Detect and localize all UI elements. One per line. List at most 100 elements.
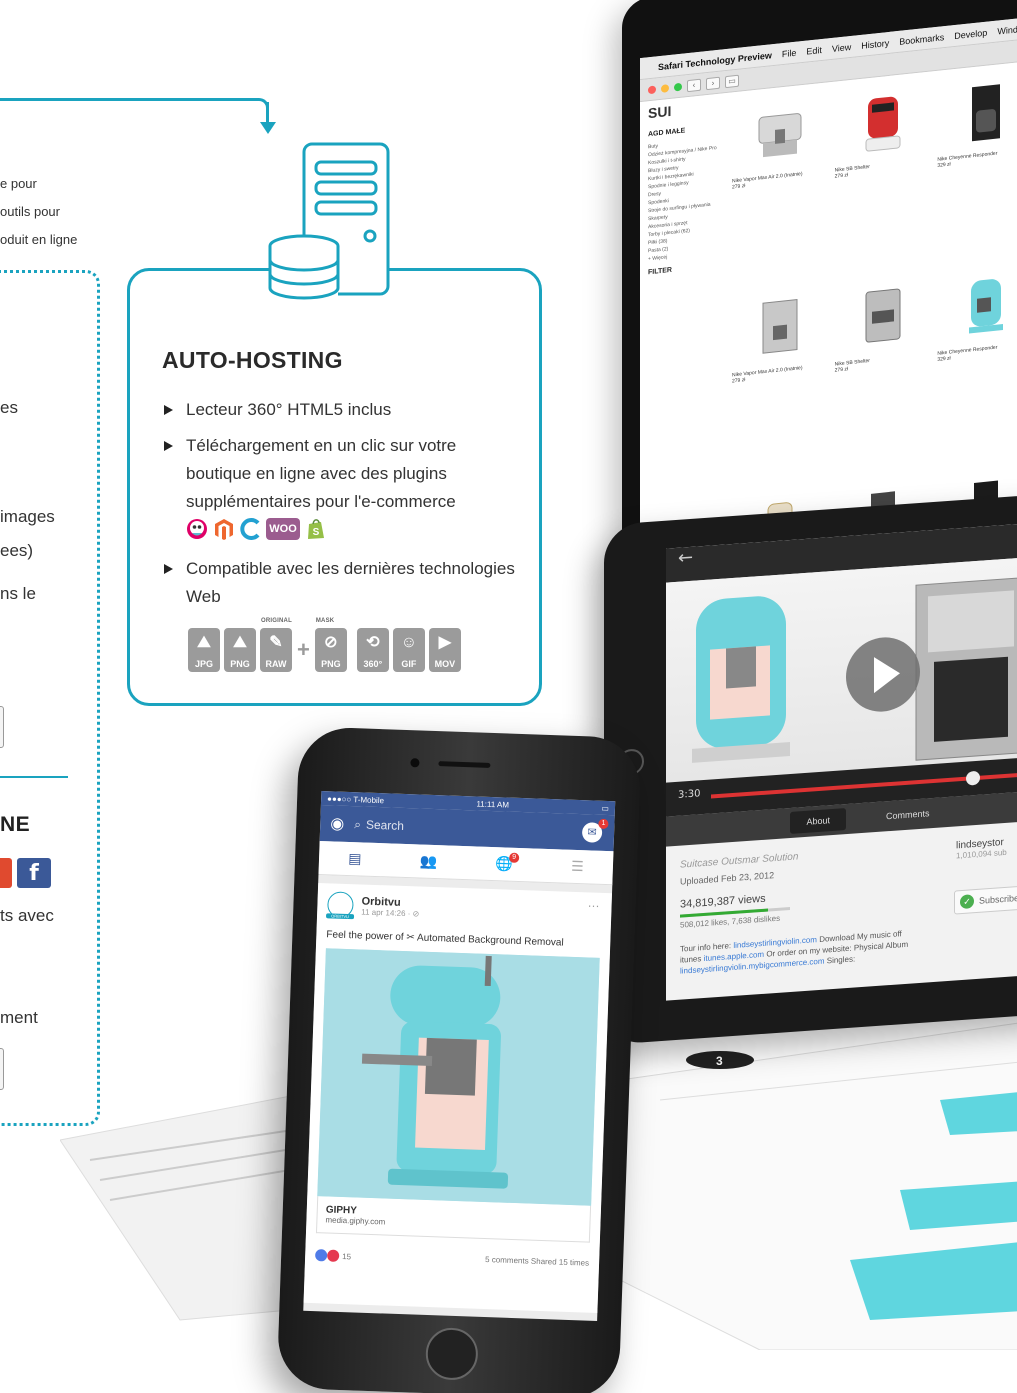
front-camera <box>410 758 420 768</box>
cut-off-button[interactable] <box>0 1048 4 1090</box>
facebook-icon[interactable]: f <box>17 858 51 888</box>
camera-icon[interactable]: ◉ <box>330 813 345 833</box>
left-text-line: es <box>0 398 18 417</box>
arrow-down-icon <box>260 122 276 134</box>
drip-coffee-maker-image <box>971 84 1000 142</box>
post-text: Feel the power of ✂ Automated Background… <box>326 929 564 949</box>
file-format-icons: ⛰ JPG ⛰ PNG ORIGINAL ✎ RAW + MASK ⊘ PNG ⟲ 360° … <box>188 618 461 672</box>
prestashop-icon <box>187 519 207 539</box>
product-card[interactable]: Nike Cheyenne Responder 329 zł <box>937 69 1017 267</box>
news-feed-icon[interactable]: ▤ <box>348 851 362 867</box>
facebook-post: ORBITVU Orbitvu 11 apr 14:26 · ⊘ ··· Fee… <box>303 882 613 1313</box>
left-text-line: images <box>0 507 55 526</box>
tablet-screen: ← 3:30 About Comments Suitcase Outsmar S… <box>666 521 1017 1001</box>
360-format-icon: ⟲ 360° <box>356 628 389 672</box>
video-description: Tour info here: lindseystirlingviolin.co… <box>680 929 909 976</box>
notifications-icon[interactable]: 🌐 9 <box>495 852 520 872</box>
product-card[interactable]: Nike Vapor Max Air 2.0 (Inatnie) 279 zł <box>732 90 829 288</box>
phone-screen: ●●●○○ T-Mobile 11:11 AM ▭ ◉ ⌕ Search ✉ 1… <box>303 791 616 1321</box>
server-icon <box>268 142 390 300</box>
clock: 11:11 AM <box>476 798 510 810</box>
left-text-line: ts avec <box>0 906 54 925</box>
back-button[interactable]: ‹ <box>687 78 701 92</box>
product-card[interactable]: Nike Cheyenne Responder 329 zł <box>937 263 1017 461</box>
feature-bullet: Lecteur 360° HTML5 inclus <box>164 396 519 424</box>
close-window-button[interactable] <box>648 84 656 94</box>
more-options-icon[interactable]: ··· <box>587 898 599 912</box>
video-player[interactable] <box>666 555 1017 783</box>
product-card[interactable]: Nike Vapor Max Air 2.0 (Inatnie) 279 zł <box>732 284 829 482</box>
tab-comments[interactable]: Comments <box>886 808 930 821</box>
carrier-label: ●●●○○ T-Mobile <box>327 793 385 805</box>
left-text-line: ns le <box>0 584 36 603</box>
menu-edit[interactable]: Edit <box>806 44 822 56</box>
sidebar-toggle-button[interactable]: ▭ <box>725 74 739 88</box>
menu-icon[interactable]: ☰ <box>571 858 584 874</box>
turquoise-espresso-machine-image <box>968 279 1003 334</box>
video-frame <box>692 576 1017 763</box>
like-reaction-icon <box>314 1249 328 1262</box>
bullet-text: Téléchargement en un clic sur votre bout… <box>186 436 457 511</box>
red-coffee-machine-image <box>865 96 901 152</box>
search-input[interactable]: ⌕ Search <box>354 817 404 834</box>
reactions[interactable]: 15 <box>314 1249 352 1262</box>
menu-view[interactable]: View <box>832 41 851 53</box>
bullet-text: Compatible avec les dernières technologi… <box>186 559 515 606</box>
gif-format-icon: ☺ GIF <box>392 628 425 672</box>
reaction-count: 15 <box>342 1251 352 1261</box>
search-placeholder: Search <box>365 817 405 833</box>
woocommerce-icon: WOO <box>266 518 300 540</box>
left-text-line: ees) <box>0 541 34 560</box>
svg-text:S: S <box>313 527 320 538</box>
cut-off-button[interactable] <box>0 706 4 748</box>
connector-line <box>0 98 256 101</box>
menu-file[interactable]: File <box>782 47 797 59</box>
menu-bookmarks[interactable]: Bookmarks <box>899 32 944 47</box>
channel-info[interactable]: lindseystor 1,010,094 sub <box>956 837 1007 860</box>
shop-logo[interactable]: SUI <box>648 101 726 121</box>
jpg-format-icon: ⛰ JPG <box>188 628 220 672</box>
bullet-text: Lecteur 360° HTML5 inclus <box>186 400 392 419</box>
post-image[interactable] <box>317 948 600 1206</box>
post-stats[interactable]: 5 comments Shared 15 times <box>485 1255 589 1271</box>
post-time: 11 apr 14:26 · ⊘ <box>361 906 420 919</box>
home-button[interactable] <box>424 1327 479 1381</box>
video-time: 3:30 <box>678 788 701 801</box>
forward-button[interactable]: › <box>706 76 720 90</box>
left-text-line: ment <box>0 1008 38 1027</box>
menu-history[interactable]: History <box>861 37 889 50</box>
search-icon: ⌕ <box>354 816 362 831</box>
seek-handle[interactable] <box>966 770 980 786</box>
zoom-window-button[interactable] <box>674 82 682 92</box>
shopify-icon: S <box>308 519 324 539</box>
back-arrow-icon[interactable]: ← <box>666 542 705 574</box>
battery-icon: ▭ <box>601 803 610 813</box>
mov-format-icon: ▶ MOV <box>428 628 461 672</box>
divider <box>0 776 68 778</box>
minimize-window-button[interactable] <box>661 83 669 93</box>
menu-develop[interactable]: Develop <box>954 27 987 40</box>
left-text-line: e pour <box>0 176 37 191</box>
ecommerce-plugins: WOO S <box>186 517 326 541</box>
tab-about[interactable]: About <box>790 808 846 834</box>
feature-bullet: Téléchargement en un clic sur votre bout… <box>164 432 519 516</box>
chrome-espresso-machine-image <box>865 288 901 343</box>
bullet-arrow-icon <box>164 405 173 415</box>
left-text-line: outils pour <box>0 204 60 219</box>
bullet-arrow-icon <box>164 441 173 451</box>
png-format-icon: ⛰ PNG <box>224 628 256 672</box>
avatar[interactable]: ORBITVU <box>325 891 355 920</box>
raw-format-icon: ORIGINAL ✎ RAW <box>260 618 292 672</box>
product-card[interactable]: Nike SB Shelter 279 zł <box>835 273 932 471</box>
plus-icon: + <box>297 637 310 662</box>
menu-window[interactable]: Window <box>997 23 1017 36</box>
messenger-badge: 1 <box>598 818 609 830</box>
friends-icon[interactable]: 👥 <box>419 853 437 870</box>
product-card[interactable]: Nike SB Shelter 279 zł <box>835 79 932 277</box>
espresso-machine-image <box>758 113 802 158</box>
bullet-arrow-icon <box>164 564 173 574</box>
social-icon[interactable] <box>0 858 12 888</box>
speaker-grill <box>438 761 491 768</box>
feature-bullet: Compatible avec les dernières technologi… <box>164 555 519 611</box>
magento-icon <box>215 519 233 540</box>
